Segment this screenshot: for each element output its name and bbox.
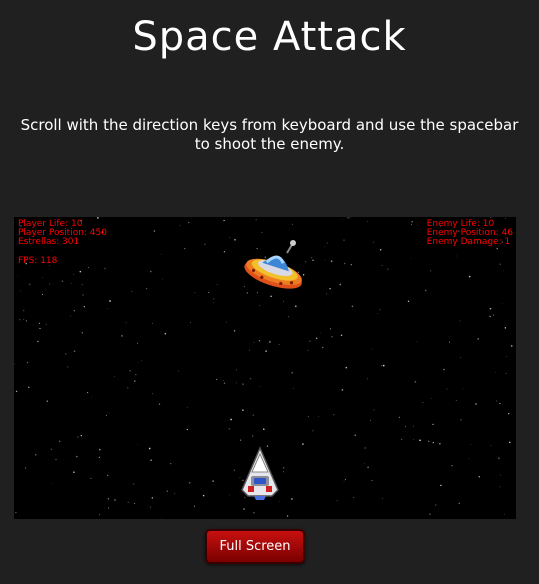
spaceship-icon [241, 446, 279, 500]
page-title: Space Attack [132, 14, 407, 60]
player-hud: Player Life: 10 Player Position: 450 Est… [18, 220, 107, 266]
instructions-text: Scroll with the direction keys from keyb… [20, 116, 519, 153]
fps-text: FPS: 118 [18, 256, 58, 266]
enemy-damage-text: Enemy Damage: 1 [426, 237, 511, 247]
enemy-hud: Enemy Life: 10 Enemy Position: 46 Enemy … [427, 220, 513, 247]
ufo-icon [244, 240, 302, 289]
game-canvas[interactable]: Player Life: 10 Player Position: 450 Est… [14, 217, 516, 519]
fullscreen-button[interactable]: Full Screen [205, 529, 305, 564]
stars-count-text: Estrellas: 301 [18, 237, 80, 247]
